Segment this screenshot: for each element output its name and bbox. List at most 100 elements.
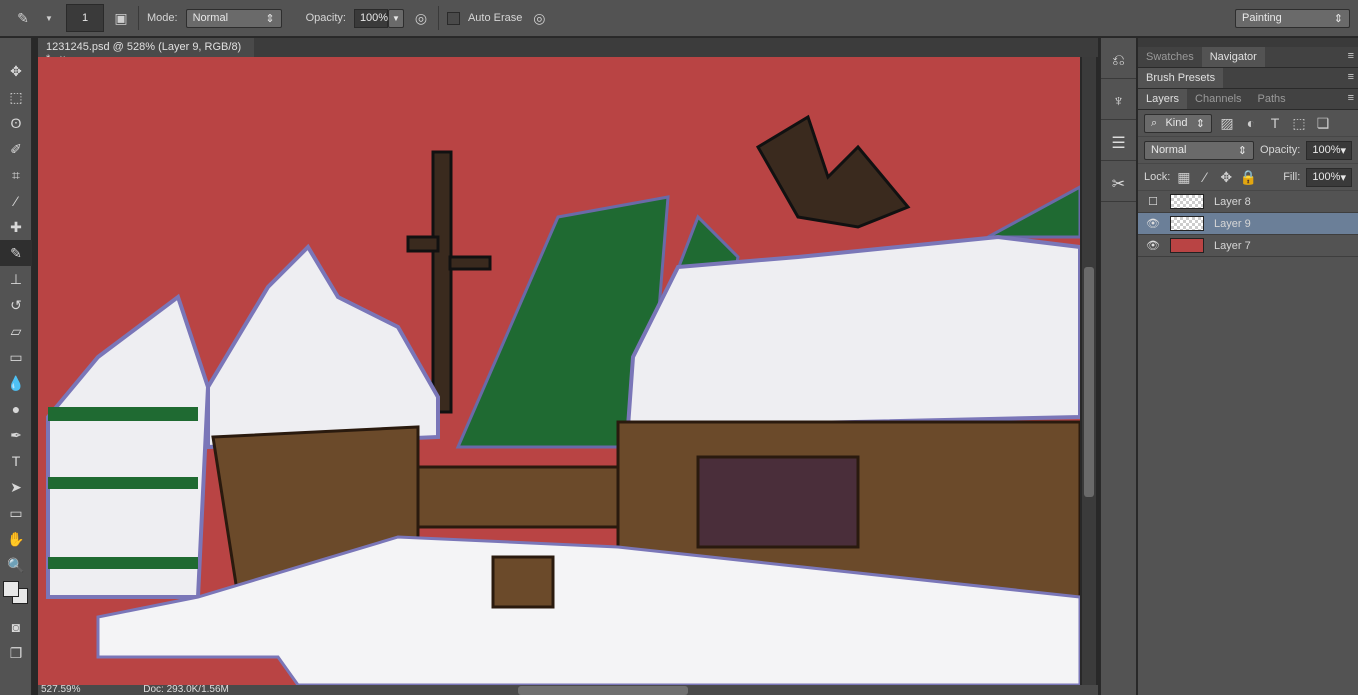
layer-row[interactable]: 👁 Layer 7 (1138, 235, 1358, 257)
pixel-art-artwork (46, 114, 1080, 685)
layer-row-selected[interactable]: 👁 Layer 9 (1138, 213, 1358, 235)
pencil-tool-icon[interactable]: ✎ (14, 9, 32, 27)
tool-preset-dropdown[interactable]: ▼ (40, 9, 58, 27)
lock-label: Lock: (1144, 171, 1171, 183)
document-tab-bar: 1231245.psd @ 528% (Layer 9, RGB/8) * × (38, 38, 1098, 65)
pressure-opacity-icon[interactable]: ◎ (412, 9, 430, 27)
tool-presets-icon[interactable]: ✂ (1101, 161, 1136, 202)
brush-size-picker[interactable]: 1 (66, 4, 104, 32)
status-bar: 527.59% Doc: 293.0K/1.56M (38, 685, 1098, 695)
mode-select[interactable]: Normal ⇕ (185, 8, 282, 28)
gradient-tool-icon[interactable]: ▭ (0, 344, 32, 370)
color-swatches[interactable] (0, 578, 31, 614)
screen-mode-icon[interactable]: ❐ (0, 640, 32, 666)
pixel-filter-icon[interactable]: ▨ (1218, 114, 1236, 132)
shape-filter-icon[interactable]: ⬚ (1290, 114, 1308, 132)
divider (437, 6, 439, 30)
brush-presets-panel: Brush Presets ≡ (1138, 68, 1358, 89)
layer-filter-row: ⌕ Kind ⇕ ▨ ◐ T ⬚ ❏ (1138, 110, 1358, 137)
eye-icon[interactable]: 👁 (1138, 217, 1168, 230)
doc-size[interactable]: Doc: 293.0K/1.56M (143, 685, 229, 695)
foreground-color-swatch[interactable] (3, 581, 19, 597)
stump (491, 555, 555, 609)
blur-tool-icon[interactable]: 💧 (0, 370, 32, 396)
tab-channels[interactable]: Channels (1187, 89, 1249, 109)
vertical-scrollbar[interactable] (1082, 57, 1096, 685)
layer-name: Layer 8 (1214, 195, 1251, 208)
tab-layers[interactable]: Layers (1138, 89, 1188, 109)
clone-stamp-tool-icon[interactable]: ⊥ (0, 266, 32, 292)
toolbar: ✥ ⬚ ʘ ✐ ⌗ ⁄ ✚ ✎ ⊥ ↺ ▱ ▭ 💧 ● ✒ T ➤ ▭ ✋ 🔍 … (0, 38, 32, 695)
layer-thumbnail (1170, 194, 1204, 209)
visibility-toggle-off[interactable]: ☐ (1138, 195, 1168, 208)
adjustment-filter-icon[interactable]: ◐ (1242, 114, 1260, 132)
options-bar: ✎ ▼ 1 ▣ Mode: Normal ⇕ Opacity: 100% ▼ ◎ … (0, 0, 1358, 37)
blend-mode-select[interactable]: Normal ⇕ (1144, 140, 1254, 160)
lock-row: Lock: ▦ ⁄ ✥ 🔒 Fill: 100% ▾ (1138, 164, 1358, 191)
panel-menu-icon[interactable]: ≡ (1348, 50, 1354, 62)
zoom-level[interactable]: 527.59% (41, 685, 80, 695)
opacity-label: Opacity: (1259, 144, 1301, 156)
path-select-tool-icon[interactable]: ➤ (0, 474, 32, 500)
divider (138, 6, 139, 30)
pencil-tool-icon[interactable]: ✎ (0, 240, 32, 266)
tab-brush-presets[interactable]: Brush Presets (1138, 68, 1224, 88)
eyedropper-tool-icon[interactable]: ⁄ (0, 188, 32, 214)
panel-dock: Swatches Navigator ≡ Brush Presets ≡ Lay… (1138, 38, 1358, 695)
mode-label: Mode: (147, 12, 178, 24)
navigator-panel-tabs: Swatches Navigator ≡ (1138, 47, 1358, 68)
layer-thumbnail (1170, 238, 1204, 253)
blend-row: Normal ⇕ Opacity: 100% ▾ (1138, 137, 1358, 164)
filter-kind-select[interactable]: ⌕ Kind ⇕ (1144, 113, 1212, 133)
collapsed-panel-strip: ⎌ ♆ ☰ ✂ (1100, 38, 1136, 695)
history-brush-tool-icon[interactable]: ↺ (0, 292, 32, 318)
pen-tool-icon[interactable]: ✒ (0, 422, 32, 448)
horizontal-scroll-thumb[interactable] (518, 686, 688, 695)
opacity-dropdown[interactable]: ▼ (387, 8, 404, 28)
layer-opacity-input[interactable]: 100% ▾ (1306, 140, 1353, 160)
lock-pixels-icon[interactable]: ⁄ (1197, 168, 1212, 186)
shape-tool-icon[interactable]: ▭ (0, 500, 32, 526)
tab-navigator[interactable]: Navigator (1201, 47, 1265, 67)
layers-panel-tabs: Layers Channels Paths ≡ (1138, 89, 1358, 110)
eye-icon[interactable]: 👁 (1138, 239, 1168, 252)
quick-mask-icon[interactable]: ◙ (0, 614, 32, 640)
scroll-thumb[interactable] (1084, 267, 1094, 497)
brush-panel-icon[interactable]: ♆ (1101, 79, 1136, 120)
tab-paths[interactable]: Paths (1250, 89, 1294, 109)
layer-row[interactable]: ☐ Layer 8 (1138, 191, 1358, 213)
healing-brush-tool-icon[interactable]: ✚ (0, 214, 32, 240)
hand-tool-icon[interactable]: ✋ (0, 526, 32, 552)
document-canvas[interactable] (38, 57, 1080, 685)
fill-label: Fill: (1283, 171, 1301, 183)
document-tab[interactable]: 1231245.psd @ 528% (Layer 9, RGB/8) * × (38, 38, 254, 65)
marquee-tool-icon[interactable]: ⬚ (0, 84, 32, 110)
history-panel-icon[interactable]: ⎌ (1101, 38, 1136, 79)
lock-position-icon[interactable]: ✥ (1219, 168, 1234, 186)
lock-all-icon[interactable]: 🔒 (1240, 168, 1257, 186)
move-tool-icon[interactable]: ✥ (0, 58, 32, 84)
layer-name: Layer 7 (1214, 239, 1251, 252)
dodge-tool-icon[interactable]: ● (0, 396, 32, 422)
clone-source-icon[interactable]: ☰ (1101, 120, 1136, 161)
auto-erase-checkbox[interactable] (446, 11, 460, 25)
lock-transparent-icon[interactable]: ▦ (1176, 168, 1191, 186)
eraser-tool-icon[interactable]: ▱ (0, 318, 32, 344)
lasso-tool-icon[interactable]: ʘ (0, 110, 32, 136)
zoom-tool-icon[interactable]: 🔍 (0, 552, 32, 578)
tab-swatches[interactable]: Swatches (1138, 47, 1202, 67)
smart-object-filter-icon[interactable]: ❏ (1314, 114, 1332, 132)
panel-menu-icon[interactable]: ≡ (1348, 92, 1354, 104)
brush-panel-toggle-icon[interactable]: ▣ (112, 9, 130, 27)
workspace-select[interactable]: Painting ⇕ (1235, 8, 1350, 28)
panel-menu-icon[interactable]: ≡ (1348, 71, 1354, 83)
type-filter-icon[interactable]: T (1266, 114, 1284, 132)
pressure-size-icon[interactable]: ◎ (530, 9, 548, 27)
fill-input[interactable]: 100% ▾ (1306, 167, 1352, 187)
quick-select-tool-icon[interactable]: ✐ (0, 136, 32, 162)
opacity-label: Opacity: (305, 12, 346, 24)
type-tool-icon[interactable]: T (0, 448, 32, 474)
crop-tool-icon[interactable]: ⌗ (0, 162, 32, 188)
opacity-input[interactable]: 100% (353, 8, 388, 28)
layer-name: Layer 9 (1214, 217, 1251, 230)
